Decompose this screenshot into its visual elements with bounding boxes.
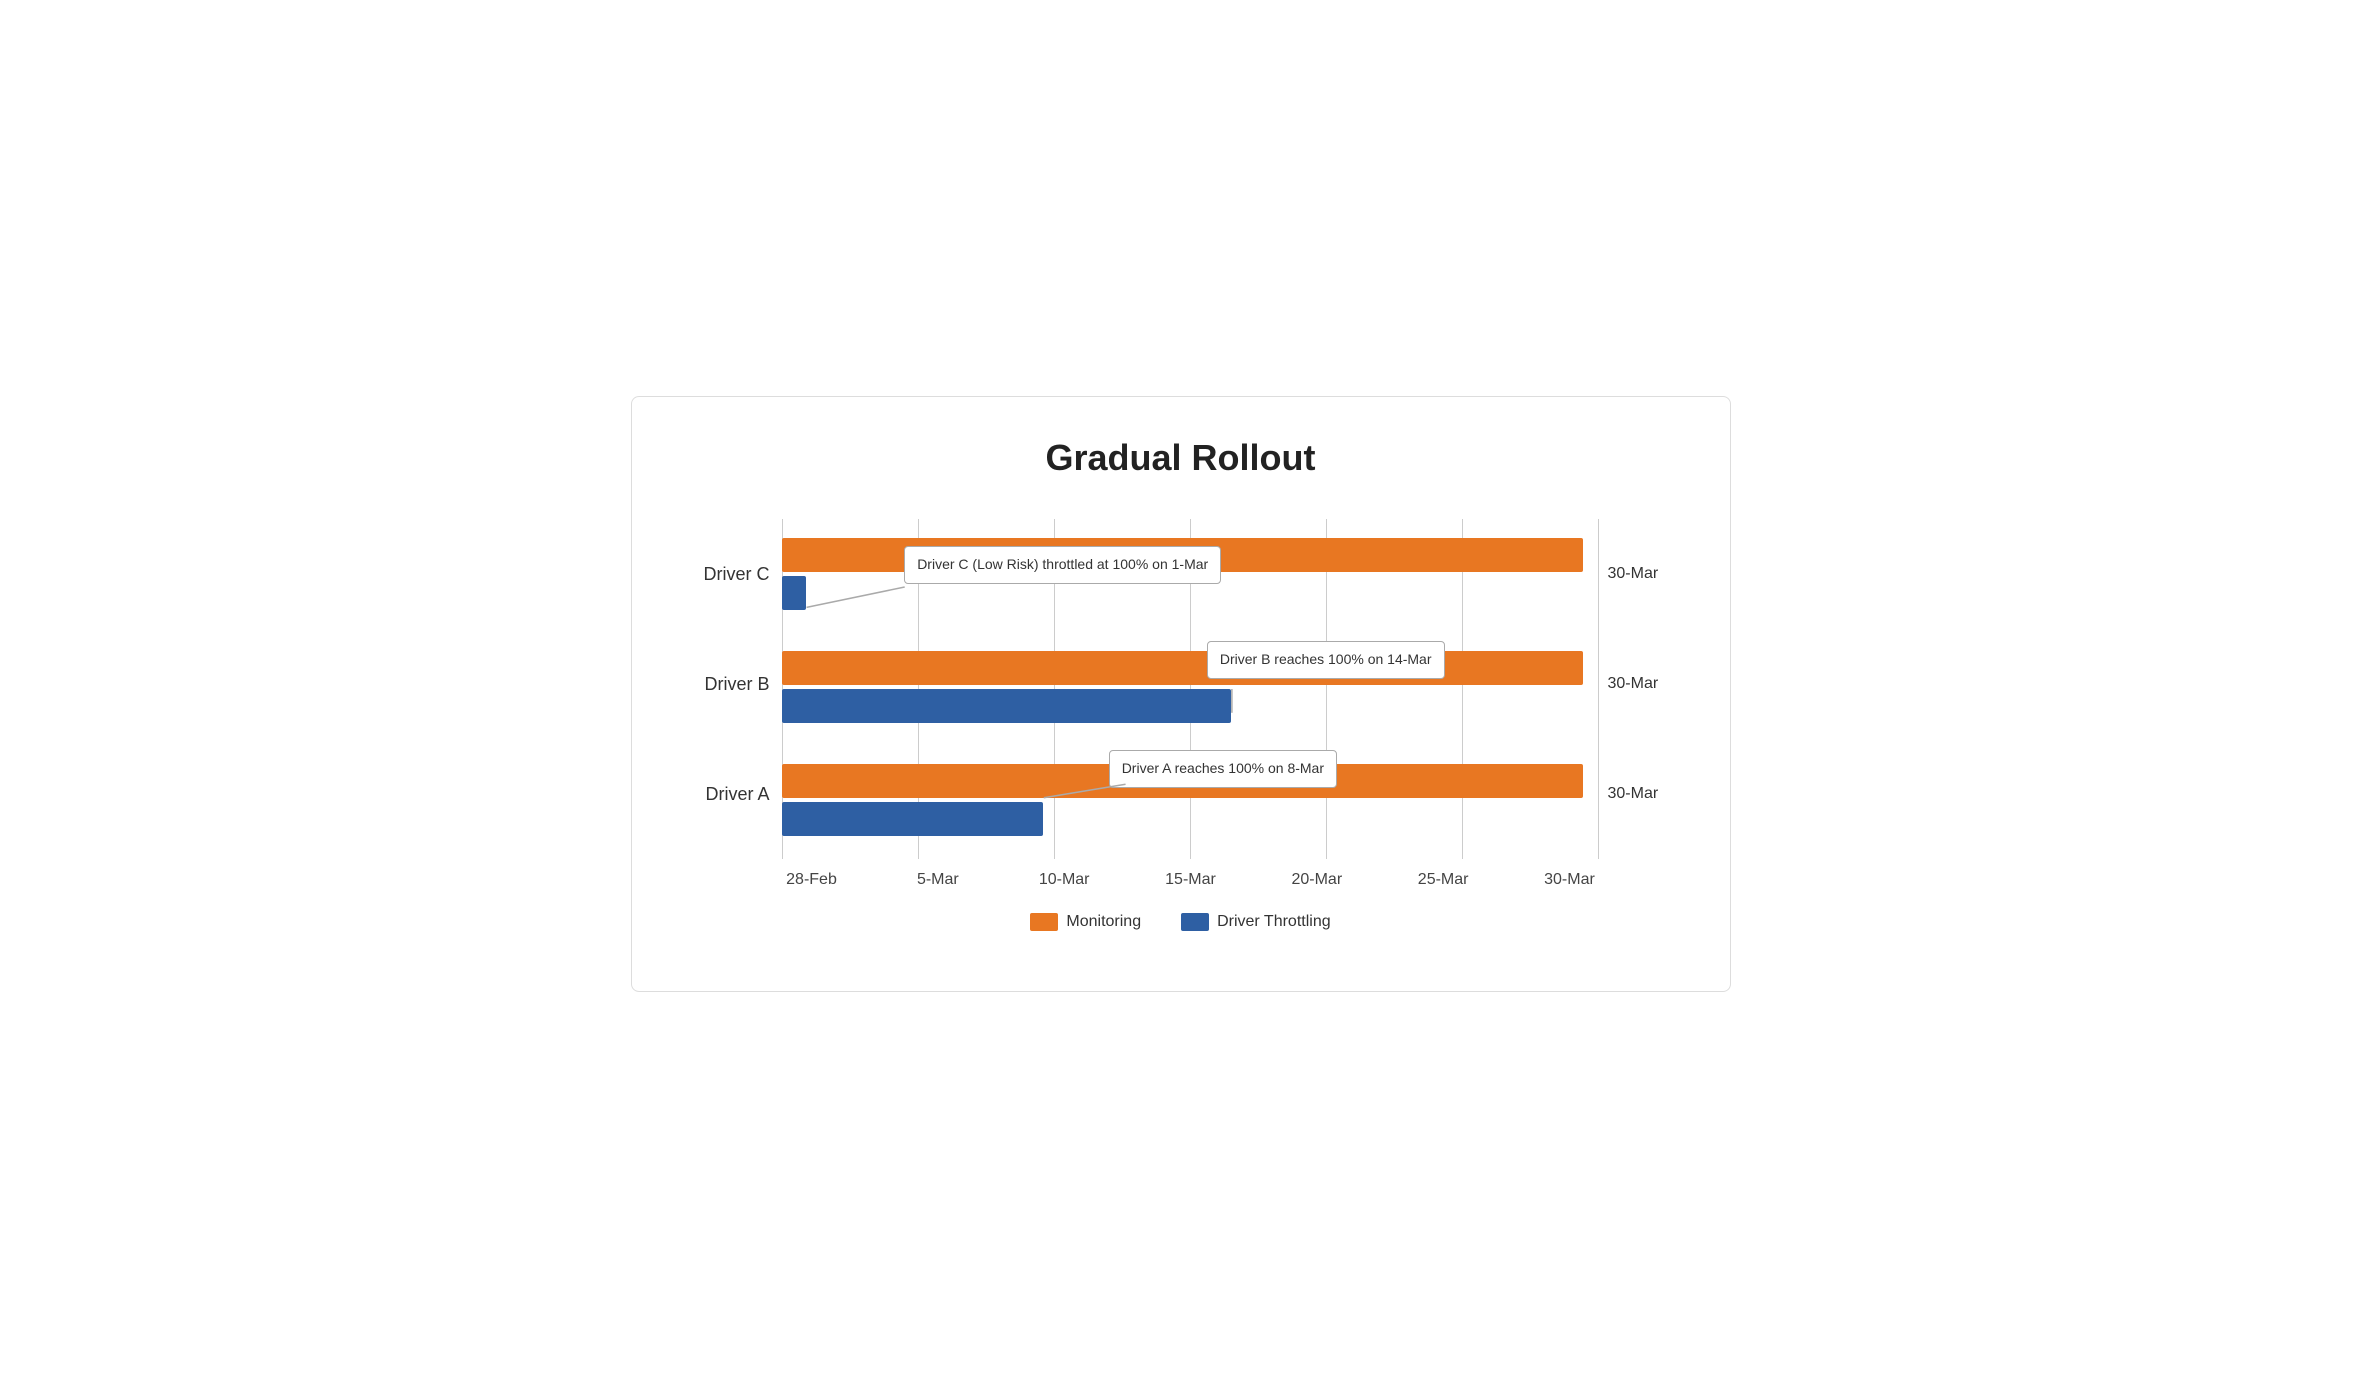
legend-label-throttling: Driver Throttling bbox=[1217, 913, 1331, 931]
bar-b-throttling bbox=[782, 689, 1232, 723]
legend-swatch-monitoring bbox=[1030, 913, 1058, 931]
legend-swatch-throttling bbox=[1181, 913, 1209, 931]
bar-track-a-monitoring bbox=[782, 764, 1600, 798]
bar-track-a-throttling bbox=[782, 802, 1600, 836]
x-label-10mar: 10-Mar bbox=[1034, 871, 1094, 889]
bar-c-throttling bbox=[782, 576, 807, 610]
x-label-15mar: 15-Mar bbox=[1160, 871, 1220, 889]
right-axis-labels: 30-Mar 30-Mar 30-Mar bbox=[1600, 519, 1670, 889]
bar-track-b-monitoring bbox=[782, 651, 1600, 685]
right-label-a: 30-Mar bbox=[1600, 744, 1670, 844]
bar-a-throttling bbox=[782, 802, 1044, 836]
bar-rows bbox=[782, 519, 1600, 859]
bar-track-c-throttling bbox=[782, 576, 1600, 610]
plot-area: Driver C (Low Risk) throttled at 100% on… bbox=[782, 519, 1600, 889]
legend-throttling: Driver Throttling bbox=[1181, 913, 1331, 931]
right-label-c: 30-Mar bbox=[1600, 524, 1670, 624]
chart-title: Gradual Rollout bbox=[692, 437, 1670, 479]
legend-label-monitoring: Monitoring bbox=[1066, 913, 1141, 931]
bar-track-b-throttling bbox=[782, 689, 1600, 723]
chart-container: Gradual Rollout Driver C Driver B Driver… bbox=[631, 396, 1731, 992]
bar-row-driver-b bbox=[782, 644, 1600, 734]
x-label-30mar: 30-Mar bbox=[1539, 871, 1599, 889]
x-label-28feb: 28-Feb bbox=[782, 871, 842, 889]
legend: Monitoring Driver Throttling bbox=[692, 913, 1670, 931]
bar-track-c-monitoring bbox=[782, 538, 1600, 572]
bar-a-monitoring bbox=[782, 764, 1584, 798]
y-label-driver-c: Driver C bbox=[692, 524, 782, 624]
x-axis: 28-Feb 5-Mar 10-Mar 15-Mar 20-Mar 25-Mar… bbox=[782, 871, 1600, 889]
right-label-b: 30-Mar bbox=[1600, 634, 1670, 734]
legend-monitoring: Monitoring bbox=[1030, 913, 1141, 931]
bar-c-monitoring bbox=[782, 538, 1584, 572]
x-label-25mar: 25-Mar bbox=[1413, 871, 1473, 889]
y-label-driver-a: Driver A bbox=[692, 744, 782, 844]
y-axis-labels: Driver C Driver B Driver A bbox=[692, 519, 782, 889]
grid-and-bars: Driver C (Low Risk) throttled at 100% on… bbox=[782, 519, 1600, 859]
bar-row-driver-a bbox=[782, 757, 1600, 847]
y-label-driver-b: Driver B bbox=[692, 634, 782, 734]
x-label-20mar: 20-Mar bbox=[1287, 871, 1347, 889]
x-label-5mar: 5-Mar bbox=[908, 871, 968, 889]
bar-row-driver-c bbox=[782, 531, 1600, 621]
bar-b-monitoring bbox=[782, 651, 1584, 685]
